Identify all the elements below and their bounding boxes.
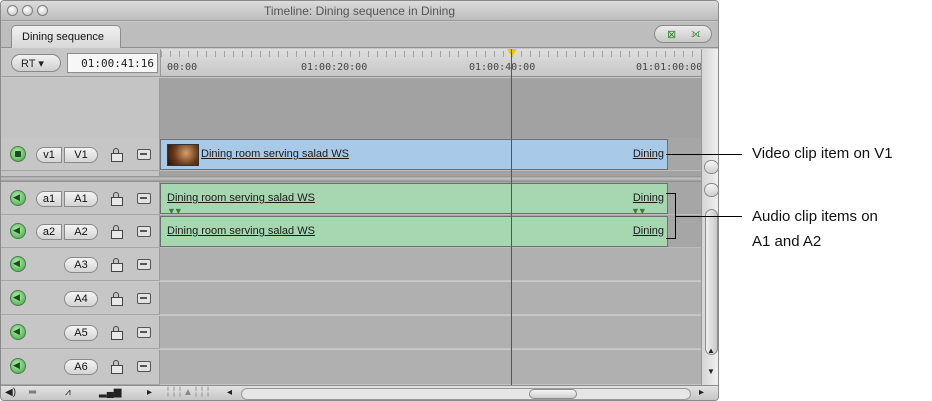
track-area-v1[interactable]: Dining room serving salad WS Dining [160, 138, 701, 171]
audio-scroll-zoom-knob[interactable] [704, 183, 718, 197]
speaker-icon[interactable] [10, 256, 26, 272]
lock-icon[interactable] [111, 225, 123, 239]
link-icon[interactable] [137, 293, 151, 304]
lock-icon[interactable] [111, 292, 123, 306]
track-header-a4: A4 [1, 282, 160, 315]
linking-icon[interactable]: ⟗ [691, 28, 701, 41]
track-height-icon[interactable]: ═ [29, 387, 36, 398]
timeline-controls: RT ▾ 01:00:41:16 [1, 49, 160, 77]
snapping-icon[interactable]: ⊠ [667, 28, 676, 41]
link-icon[interactable] [137, 226, 151, 237]
playhead-line[interactable] [511, 49, 512, 385]
ruler-label: 00:00 [167, 62, 198, 73]
scroll-arrow-icon[interactable]: ▸ [147, 387, 152, 398]
clip-end-name: Dining [632, 225, 664, 237]
link-icon[interactable] [137, 361, 151, 372]
track-header-v1: v1 V1 [1, 138, 160, 171]
video-clip-item-v1[interactable]: Dining room serving salad WS Dining [160, 139, 668, 170]
rt-popup-button[interactable]: RT ▾ [11, 54, 61, 72]
playhead-marker[interactable] [507, 49, 517, 57]
destination-control-a6[interactable]: A6 [64, 359, 98, 375]
destination-control-a2[interactable]: A2 [64, 224, 98, 240]
track-area-a2[interactable]: Dining room serving salad WS Dining [160, 215, 701, 248]
track-area-a3[interactable] [160, 248, 701, 281]
audio-clip-item-a1[interactable]: Dining room serving salad WS Dining ▼▼ ▼… [160, 183, 668, 216]
title-bar[interactable]: Timeline: Dining sequence in Dining [1, 1, 718, 21]
lock-icon[interactable] [111, 192, 123, 206]
source-control-a1[interactable]: a1 [36, 191, 62, 207]
scroll-arrow-icon[interactable]: ◂ [227, 387, 232, 398]
window-title: Timeline: Dining sequence in Dining [264, 4, 455, 18]
link-icon[interactable] [137, 149, 151, 160]
scroll-arrow-icon[interactable]: ▸ [699, 387, 704, 398]
link-icon[interactable] [137, 259, 151, 270]
vertical-scrollbar[interactable]: ▲ ▼ [701, 49, 718, 385]
clip-name: Dining room serving salad WS [201, 148, 349, 160]
source-control-a2[interactable]: a2 [36, 224, 62, 240]
video-scroll-zoom-knob[interactable] [704, 160, 718, 174]
clip-end-name: Dining [632, 192, 664, 204]
horizontal-scrollbar[interactable] [241, 388, 691, 400]
timecode-field[interactable]: 01:00:41:16 [67, 53, 158, 73]
audio-clip-item-a2[interactable]: Dining room serving salad WS Dining [160, 216, 668, 247]
track-layout-icon[interactable]: ▂▄▆ [99, 387, 121, 398]
clip-end-name: Dining [632, 148, 664, 160]
track-header-a1: a1 A1 [1, 182, 160, 215]
speaker-icon[interactable]: ◀) [5, 387, 16, 398]
callout-line-video [666, 154, 742, 155]
destination-control-a4[interactable]: A4 [64, 291, 98, 307]
speaker-icon[interactable] [10, 190, 26, 206]
track-area-a5[interactable] [160, 316, 701, 349]
track-header-a5: A5 [1, 316, 160, 349]
track-area-a1[interactable]: Dining room serving salad WS Dining ▼▼ ▼… [160, 182, 701, 216]
film-thumbnail-icon [167, 144, 199, 166]
vertical-scroll-thumb[interactable] [705, 209, 718, 355]
tab-dining-sequence[interactable]: Dining sequence [11, 25, 121, 48]
track-header-a2: a2 A2 [1, 215, 160, 248]
waveform-icon[interactable]: ⩘ [65, 387, 71, 398]
time-ruler[interactable]: 00:00 01:00:20:00 01:00:40:00 01:01:00:0… [160, 49, 703, 77]
lock-icon[interactable] [111, 360, 123, 374]
destination-control-a5[interactable]: A5 [64, 325, 98, 341]
snapping-linking-buttons[interactable]: ⊠ ⟗ [654, 25, 712, 43]
link-icon[interactable] [137, 327, 151, 338]
speaker-icon[interactable] [10, 358, 26, 374]
ruler-ticks [161, 51, 701, 57]
ruler-label: 01:00:20:00 [301, 62, 368, 73]
tab-row: Dining sequence ⊠ ⟗ [1, 22, 718, 48]
callout-bracket-audio [666, 193, 676, 239]
destination-control-v1[interactable]: V1 [64, 147, 98, 163]
callout-video: Video clip item on V1 [752, 145, 893, 162]
destination-control-a3[interactable]: A3 [64, 257, 98, 273]
link-icon[interactable] [137, 193, 151, 204]
clip-name: Dining room serving salad WS [167, 192, 315, 204]
track-header-a3: A3 [1, 248, 160, 281]
ruler-label: 01:00:40:00 [469, 62, 536, 73]
source-control-v1[interactable]: v1 [36, 147, 62, 163]
horizontal-scroll-thumb[interactable] [529, 389, 577, 399]
speaker-icon[interactable] [10, 223, 26, 239]
lock-icon[interactable] [111, 326, 123, 340]
timeline-bottom-bar: ◀) ═ ⩘ ▂▄▆ ▸ ╎╎╎▲╎╎╎ ◂ ▸ [1, 385, 718, 400]
track-area-a6[interactable] [160, 350, 701, 385]
callout-line-audio [676, 216, 742, 217]
timeline-window: Timeline: Dining sequence in Dining Dini… [0, 0, 719, 401]
track-area-a4[interactable] [160, 282, 701, 315]
lock-icon[interactable] [111, 148, 123, 162]
track-header-a6: A6 [1, 350, 160, 385]
scroll-arrow-icon[interactable]: ▲ [707, 346, 715, 355]
ruler-label: 01:01:00:00 [636, 62, 703, 73]
track-visibility-v1[interactable] [10, 146, 26, 162]
destination-control-a1[interactable]: A1 [64, 191, 98, 207]
scroll-arrow-icon[interactable]: ▼ [707, 367, 715, 376]
callout-audio-line1: Audio clip items on [752, 208, 878, 225]
lock-icon[interactable] [111, 258, 123, 272]
callout-audio-line2: A1 and A2 [752, 233, 822, 250]
speaker-icon[interactable] [10, 290, 26, 306]
zoom-slider-icon[interactable]: ╎╎╎▲╎╎╎ [165, 387, 211, 398]
speaker-icon[interactable] [10, 324, 26, 340]
clip-name: Dining room serving salad WS [167, 225, 315, 237]
